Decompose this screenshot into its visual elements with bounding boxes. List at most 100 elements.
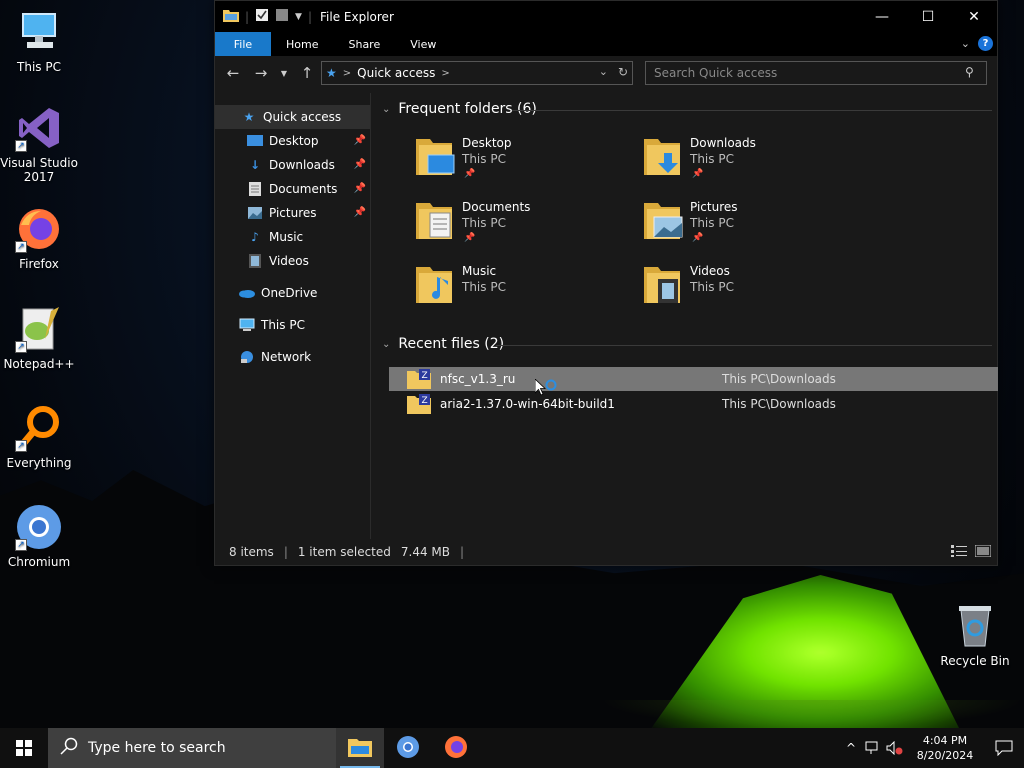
folder-tile-desktop[interactable]: Desktop This PC 📌 [416, 135, 636, 191]
quick-access-star-icon: ★ [326, 66, 337, 80]
tab-home[interactable]: Home [271, 32, 333, 56]
desktop-icon-label: Chromium [7, 555, 71, 569]
desktop-icon-label: Notepad++ [3, 357, 75, 371]
nav-onedrive[interactable]: OneDrive [215, 281, 370, 305]
close-button[interactable]: ✕ [951, 1, 997, 32]
tab-share[interactable]: Share [333, 32, 395, 56]
desktop-icon-label-line2: 2017 [23, 170, 55, 184]
pin-icon[interactable]: 📌 [354, 135, 366, 146]
pin-icon[interactable]: 📌 [354, 159, 366, 170]
nav-this-pc[interactable]: This PC [215, 313, 370, 337]
nav-network[interactable]: Network [215, 345, 370, 369]
status-separator: | [283, 545, 288, 559]
properties-icon[interactable] [255, 8, 269, 25]
back-button[interactable]: ← [221, 61, 245, 85]
desktop-icon-firefox[interactable]: ↗ Firefox [0, 205, 78, 271]
pin-icon[interactable]: 📌 [354, 183, 366, 194]
folder-name: Desktop [462, 136, 512, 150]
nav-label: Network [261, 350, 312, 364]
folder-tile-documents[interactable]: Documents This PC 📌 [416, 199, 636, 255]
desktop-icon-notepad-plus-plus[interactable]: ↗ Notepad++ [0, 305, 78, 371]
wallpaper-glow [600, 700, 1024, 728]
recent-files-header[interactable]: ⌄ Recent files (2) [382, 336, 504, 352]
folder-location: This PC [690, 216, 734, 230]
file-explorer-icon [348, 737, 372, 760]
section-title: Recent files (2) [398, 336, 505, 352]
title-bar[interactable]: | ▼ | File Explorer — ☐ ✕ [215, 1, 997, 32]
desktop-icon-label: Recycle Bin [940, 654, 1010, 668]
up-button[interactable]: ↑ [295, 61, 319, 85]
nav-desktop[interactable]: Desktop 📌 [215, 129, 370, 153]
recent-file-row[interactable]: Z aria2-1.37.0-win-64bit-build1 This PC\… [389, 392, 998, 416]
desktop-icon-this-pc[interactable]: This PC [0, 8, 78, 74]
details-view-icon[interactable] [951, 545, 967, 560]
taskbar-chromium-button[interactable] [384, 728, 432, 768]
nav-music[interactable]: ♪ Music [215, 225, 370, 249]
documents-icon [247, 181, 263, 197]
start-button[interactable] [0, 728, 48, 768]
nav-pictures[interactable]: Pictures 📌 [215, 201, 370, 225]
recent-locations-chevron-icon[interactable]: ▼ [277, 61, 291, 85]
desktop-icon-recycle-bin[interactable]: Recycle Bin [936, 602, 1014, 668]
folder-tile-music[interactable]: Music This PC [416, 263, 636, 319]
help-icon[interactable]: ? [978, 36, 993, 51]
ribbon-tabs: File Home Share View ⌄ ? [215, 32, 997, 56]
system-clock[interactable]: 4:04 PM 8/20/2024 [906, 733, 984, 763]
maximize-button[interactable]: ☐ [905, 1, 951, 32]
folder-tile-pictures[interactable]: Pictures This PC 📌 [644, 199, 864, 255]
tab-view[interactable]: View [395, 32, 451, 56]
search-input[interactable]: Search Quick access [645, 61, 987, 85]
desktop-icon-chromium[interactable]: ↗ Chromium [0, 503, 78, 569]
expand-ribbon-chevron-icon[interactable]: ⌄ [961, 37, 970, 50]
volume-muted-icon[interactable] [884, 741, 906, 755]
folder-location: This PC [462, 280, 506, 294]
collapse-chevron-icon: ⌄ [382, 103, 391, 115]
status-selected-count: 1 item selected [297, 545, 391, 559]
pin-icon: 📌 [464, 233, 476, 243]
address-history-chevron-icon[interactable]: ⌄ [599, 65, 608, 78]
folder-location: This PC [690, 152, 734, 166]
section-divider [512, 110, 992, 111]
cloud-icon [239, 285, 255, 301]
folder-name: Videos [690, 264, 730, 278]
network-status-icon[interactable] [862, 741, 884, 755]
desktop-icon-everything[interactable]: ↗ Everything [0, 404, 78, 470]
show-hidden-icons-chevron-icon[interactable]: ^ [840, 741, 862, 755]
customize-qat-chevron-icon[interactable]: ▼ [295, 12, 302, 22]
pin-icon: 📌 [464, 169, 476, 179]
nav-videos[interactable]: Videos [215, 249, 370, 273]
large-icons-view-icon[interactable] [974, 544, 992, 560]
folder-tile-videos[interactable]: Videos This PC [644, 263, 864, 319]
minimize-button[interactable]: — [859, 1, 905, 32]
action-center-button[interactable] [984, 740, 1024, 756]
folder-name: Pictures [690, 200, 738, 214]
status-selected-size: 7.44 MB [400, 545, 451, 559]
notepad-plus-plus-icon: ↗ [15, 305, 63, 353]
nav-downloads[interactable]: ↓ Downloads 📌 [215, 153, 370, 177]
tab-file[interactable]: File [215, 32, 271, 56]
breadcrumb-quick-access[interactable]: Quick access [357, 66, 435, 80]
folder-tile-downloads[interactable]: Downloads This PC 📌 [644, 135, 864, 191]
new-folder-icon[interactable] [275, 8, 289, 25]
system-tray: ^ 4:04 PM 8/20/2024 [840, 728, 1024, 768]
recent-file-row[interactable]: Z nfsc_v1.3_ru This PC\Downloads [389, 367, 998, 391]
pin-icon[interactable]: 📌 [354, 207, 366, 218]
firefox-icon [444, 735, 468, 762]
taskbar-search-box[interactable]: Type here to search [48, 728, 336, 768]
nav-quick-access[interactable]: ★ Quick access [215, 105, 370, 129]
shortcut-arrow-icon: ↗ [15, 341, 27, 353]
frequent-folders-header[interactable]: ⌄ Frequent folders (6) [382, 101, 537, 117]
computer-icon [15, 8, 63, 56]
nav-documents[interactable]: Documents 📌 [215, 177, 370, 201]
refresh-icon[interactable]: ↻ [618, 65, 628, 79]
forward-button[interactable]: → [249, 61, 273, 85]
clock-time: 4:04 PM [922, 734, 968, 747]
shortcut-arrow-icon: ↗ [15, 241, 27, 253]
taskbar-file-explorer-button[interactable] [336, 728, 384, 768]
desktop-icon-visual-studio[interactable]: ↗ Visual Studio 2017 [0, 104, 78, 184]
shortcut-arrow-icon: ↗ [15, 440, 27, 452]
nav-label: Documents [269, 182, 338, 196]
taskbar-firefox-button[interactable] [432, 728, 480, 768]
nav-label: Pictures [269, 206, 317, 220]
address-bar[interactable]: ★ > Quick access > ⌄ ↻ [321, 61, 633, 85]
